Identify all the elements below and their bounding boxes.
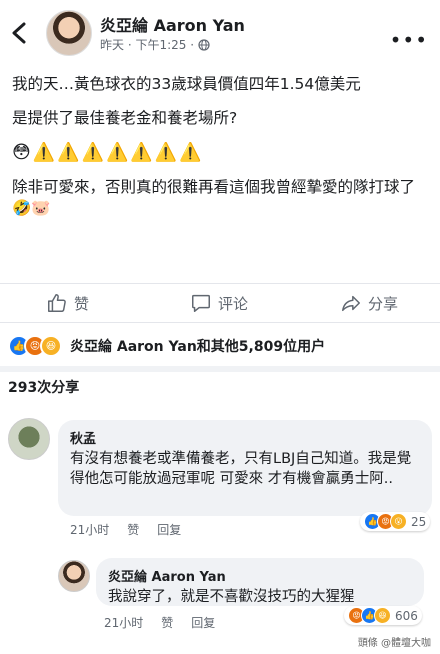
reactions-summary[interactable]: 👍 😡 😆 炎亞綸 Aaron Yan和其他5,809位用户	[8, 332, 438, 360]
post-paragraph: 我的天…黃色球衣的33歲球員價值四年1.54億美元	[12, 75, 361, 93]
post-header: 炎亞綸 Aaron Yan 昨天 · 下午1:25 · •••	[0, 0, 440, 70]
post-body: 我的天…黃色球衣的33歲球員價值四年1.54億美元 是提供了最佳養老金和養老場所…	[12, 74, 432, 232]
comment-time[interactable]: 21小时	[70, 521, 109, 538]
commenter-avatar[interactable]	[8, 418, 50, 460]
thumbs-up-icon	[48, 294, 66, 312]
comment-like-button[interactable]: 赞	[127, 521, 139, 538]
post-action-bar: 赞 评论 分享	[0, 283, 440, 323]
reply-bubble: 炎亞綸 Aaron Yan 我說穿了，就是不喜歡沒技巧的大猩猩	[96, 558, 424, 606]
globe-icon	[198, 38, 210, 51]
haha-reaction-icon: 😆	[40, 335, 62, 357]
more-options-icon[interactable]: •••	[390, 28, 428, 52]
reply-text: 我說穿了，就是不喜歡沒技巧的大猩猩	[108, 589, 355, 605]
comment-actions: 21小时 赞 回复	[70, 521, 181, 538]
like-label: 赞	[74, 294, 90, 313]
share-count[interactable]: 293次分享	[8, 377, 79, 397]
reply-reactions[interactable]: 😡 👍 😆 606	[344, 606, 422, 625]
reaction-count: 25	[411, 514, 427, 529]
post-meta: 昨天 · 下午1:25 ·	[100, 36, 210, 53]
comment-button[interactable]: 评论	[190, 292, 248, 314]
back-arrow-icon[interactable]	[8, 18, 32, 48]
reactions-text: 炎亞綸 Aaron Yan和其他5,809位用户	[70, 339, 326, 355]
reaction-count: 606	[395, 608, 418, 623]
watermark: 頭條 @體壇大咖	[354, 633, 434, 650]
reply-like-button[interactable]: 赞	[161, 614, 173, 631]
haha-reaction-icon: 😆	[374, 607, 391, 624]
comment-label: 评论	[218, 294, 249, 313]
reply-author-avatar[interactable]	[58, 560, 90, 592]
comment-reactions[interactable]: 👍 😡 😮 25	[360, 512, 431, 531]
post-paragraph: 是提供了最佳養老金和養老場所?	[12, 109, 238, 127]
comment-text: 有沒有想養老或準備養老，只有LBJ自己知道。我是覺得他怎可能放過冠軍呢 可愛來 …	[70, 451, 412, 487]
comment-reply-button[interactable]: 回复	[157, 521, 181, 538]
post-paragraph: 除非可愛來，否則真的很難再看這個我曾經摯愛的隊打球了🤣🐷	[12, 178, 416, 217]
comment-bubble-icon	[192, 294, 210, 312]
reply-author-name[interactable]: 炎亞綸 Aaron Yan	[108, 566, 412, 585]
commenter-name[interactable]: 秋孟	[70, 428, 420, 447]
like-button[interactable]: 赞	[46, 292, 89, 314]
section-divider	[0, 366, 440, 372]
author-avatar[interactable]	[46, 10, 92, 56]
reply-time[interactable]: 21小时	[104, 614, 143, 631]
reply-reply-button[interactable]: 回复	[191, 614, 215, 631]
author-name[interactable]: 炎亞綸 Aaron Yan	[100, 12, 245, 36]
reply-actions: 21小时 赞 回复	[104, 614, 215, 631]
share-button[interactable]: 分享	[340, 292, 398, 314]
comment-bubble: 秋孟 有沒有想養老或準備養老，只有LBJ自己知道。我是覺得他怎可能放過冠軍呢 可…	[58, 420, 432, 516]
post-time[interactable]: 昨天 · 下午1:25 ·	[100, 36, 194, 53]
share-arrow-icon	[342, 295, 360, 312]
wow-reaction-icon: 😮	[390, 513, 407, 530]
post-emoji-line: 😳⚠️⚠️⚠️⚠️⚠️⚠️⚠️	[12, 142, 204, 163]
share-label: 分享	[368, 294, 399, 313]
